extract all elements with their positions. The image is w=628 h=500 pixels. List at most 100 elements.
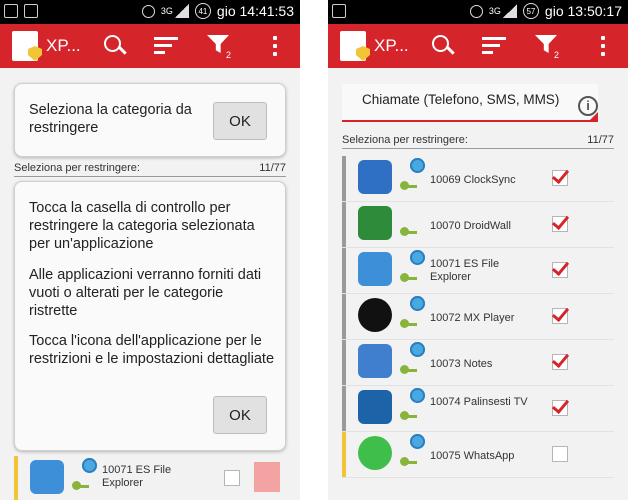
alarm-icon bbox=[469, 4, 483, 18]
restrict-checkbox[interactable] bbox=[552, 354, 568, 370]
network-type: 3G bbox=[160, 5, 173, 16]
highlight-checkbox[interactable] bbox=[254, 462, 280, 492]
internet-icon bbox=[410, 296, 425, 311]
app-label: 10070 DroidWall bbox=[430, 220, 511, 232]
filter-icon[interactable]: 2 bbox=[205, 32, 233, 60]
list-header: Seleziona per restringere: 11/77 bbox=[342, 134, 614, 149]
image-notification-icon bbox=[24, 4, 38, 18]
list-item[interactable]: 10072 MX Player bbox=[342, 294, 614, 340]
status-bar: 3G 41 gio 14:41:53 bbox=[0, 0, 300, 24]
internet-icon bbox=[410, 342, 425, 357]
list-item[interactable]: 10069 ClockSync bbox=[342, 156, 614, 202]
battery-level: 41 bbox=[194, 3, 211, 19]
status-bar: 3G 57 gio 13:50:17 bbox=[328, 0, 628, 24]
key-icon bbox=[400, 181, 417, 192]
restrict-checkbox[interactable] bbox=[552, 308, 568, 324]
es-file-explorer-icon[interactable] bbox=[30, 460, 64, 494]
key-icon bbox=[400, 457, 417, 468]
app-title: XP... bbox=[374, 36, 409, 55]
action-bar: XP... 2 bbox=[328, 24, 628, 68]
filter-count-badge: 2 bbox=[554, 50, 560, 60]
notes-icon[interactable] bbox=[358, 344, 392, 378]
info-icon[interactable]: i bbox=[578, 96, 598, 116]
alarm-icon bbox=[141, 4, 155, 18]
restrict-checkbox[interactable] bbox=[552, 262, 568, 278]
key-icon bbox=[72, 481, 89, 492]
list-item[interactable]: 10071 ES File Explorer bbox=[342, 248, 614, 294]
list-header-label: Seleziona per restringere: bbox=[14, 162, 140, 174]
es-file-explorer-icon[interactable] bbox=[358, 252, 392, 286]
overflow-menu-icon[interactable] bbox=[590, 32, 618, 60]
list-item[interactable]: 10075 WhatsApp bbox=[342, 432, 614, 478]
restrict-checkbox[interactable] bbox=[224, 470, 240, 486]
help-paragraph-1: Tocca la casella di controllo per restri… bbox=[29, 200, 255, 252]
list-item[interactable]: 10074 Palinsesti TV bbox=[342, 386, 614, 432]
image-notification-icon bbox=[332, 4, 346, 18]
sort-icon[interactable] bbox=[152, 32, 180, 60]
dialog-message: Seleziona la categoria da restringere bbox=[29, 102, 192, 136]
category-dialog: Seleziona la categoria da restringere OK bbox=[14, 83, 286, 157]
key-icon bbox=[400, 411, 417, 422]
left-screenshot: 3G 41 gio 14:41:53 XP... 2 Seleziona la … bbox=[0, 0, 300, 500]
filter-icon[interactable]: 2 bbox=[533, 32, 561, 60]
app-label: 10069 ClockSync bbox=[430, 174, 516, 186]
signal-icon bbox=[502, 4, 517, 18]
filter-count-badge: 2 bbox=[226, 50, 232, 60]
internet-icon bbox=[410, 250, 425, 265]
list-item[interactable]: 10070 DroidWall bbox=[342, 202, 614, 248]
restricted-count: 11/77 bbox=[587, 134, 614, 146]
internet-icon bbox=[82, 458, 97, 473]
restrict-checkbox[interactable] bbox=[552, 170, 568, 186]
category-selected: Chiamate (Telefono, SMS, MMS) bbox=[362, 92, 560, 107]
battery-level: 57 bbox=[522, 3, 539, 19]
key-icon bbox=[400, 273, 417, 284]
whatsapp-icon[interactable] bbox=[358, 436, 392, 470]
restrict-checkbox[interactable] bbox=[552, 216, 568, 232]
xprivacy-logo-icon[interactable] bbox=[340, 31, 366, 61]
app-label: 10071 ES File Explorer bbox=[430, 258, 500, 283]
search-icon[interactable] bbox=[100, 32, 128, 60]
ok-button[interactable]: OK bbox=[213, 102, 267, 140]
droidwall-icon[interactable] bbox=[358, 206, 392, 240]
ok-button[interactable]: OK bbox=[213, 396, 267, 434]
action-bar: XP... 2 bbox=[0, 24, 300, 68]
internet-icon bbox=[410, 388, 425, 403]
palinsesti-tv-icon[interactable] bbox=[358, 390, 392, 424]
restrict-checkbox[interactable] bbox=[552, 400, 568, 416]
app-label: 10073 Notes bbox=[430, 358, 493, 370]
list-header-label: Seleziona per restringere: bbox=[342, 134, 468, 146]
sort-icon[interactable] bbox=[480, 32, 508, 60]
mx-player-icon[interactable] bbox=[358, 298, 392, 332]
key-icon bbox=[400, 365, 417, 376]
overflow-menu-icon[interactable] bbox=[262, 32, 290, 60]
app-title: XP... bbox=[46, 36, 81, 55]
clock: gio 13:50:17 bbox=[544, 3, 622, 19]
main-content: Seleziona la categoria da restringere OK… bbox=[0, 68, 300, 500]
restrict-checkbox[interactable] bbox=[552, 446, 568, 462]
network-type: 3G bbox=[488, 5, 501, 16]
app-label: 10072 MX Player bbox=[430, 312, 515, 324]
main-content: Chiamate (Telefono, SMS, MMS) i Selezion… bbox=[328, 68, 628, 500]
search-icon[interactable] bbox=[428, 32, 456, 60]
xprivacy-logo-icon[interactable] bbox=[12, 31, 38, 61]
list-item[interactable]: 10071 ES File Explorer bbox=[14, 456, 286, 500]
key-icon bbox=[400, 319, 417, 330]
app-label: 10075 WhatsApp bbox=[430, 450, 515, 462]
app-label: 10074 Palinsesti TV bbox=[430, 396, 528, 408]
internet-icon bbox=[410, 158, 425, 173]
category-spinner[interactable]: Chiamate (Telefono, SMS, MMS) bbox=[342, 84, 598, 122]
right-screenshot: 3G 57 gio 13:50:17 XP... 2 Chiamate (Tel… bbox=[328, 0, 628, 500]
list-item[interactable]: 10073 Notes bbox=[342, 340, 614, 386]
key-icon bbox=[400, 227, 417, 238]
signal-icon bbox=[174, 4, 189, 18]
help-dialog: Tocca la casella di controllo per restri… bbox=[14, 181, 286, 451]
list-header: Seleziona per restringere: 11/77 bbox=[14, 162, 286, 177]
clock: gio 14:41:53 bbox=[216, 3, 294, 19]
notification-icon bbox=[4, 4, 18, 18]
clocksync-icon[interactable] bbox=[358, 160, 392, 194]
app-label: 10071 ES File Explorer bbox=[102, 464, 172, 489]
help-paragraph-3: Tocca l'icona dell'applicazione per le r… bbox=[29, 333, 275, 367]
help-paragraph-2: Alle applicazioni verranno forniti dati … bbox=[29, 267, 262, 319]
internet-icon bbox=[410, 434, 425, 449]
restricted-count: 11/77 bbox=[259, 162, 286, 174]
